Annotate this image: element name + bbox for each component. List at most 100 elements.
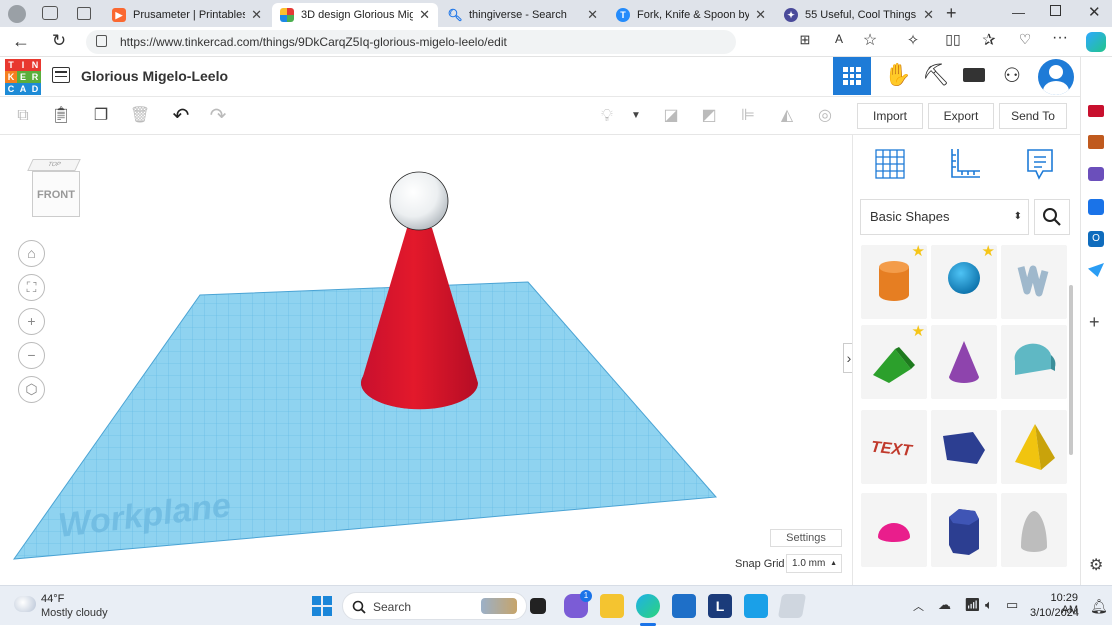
taskbar-search[interactable]: Search [342,592,527,620]
windows-start-icon[interactable] [312,596,332,616]
shape-paraboloid[interactable] [1001,493,1067,567]
view-cube[interactable]: TOP FRONT [27,159,84,221]
close-tab-icon[interactable]: ✕ [587,7,598,23]
notes-tool-icon[interactable] [1023,147,1057,181]
invite-user-icon[interactable]: ⚇ [1003,63,1021,88]
copy-icon[interactable]: ⧉ [12,105,34,127]
lexia-icon[interactable]: L [708,594,732,618]
refresh-icon[interactable]: ↻ [48,31,70,51]
games-icon[interactable] [1088,167,1104,181]
shape-polygon[interactable] [931,410,997,484]
weather-temp[interactable]: 44°F [41,593,64,605]
wifi-icon[interactable]: 📶︎ [964,597,981,613]
white-sphere-shape[interactable] [389,171,449,231]
redo-icon[interactable]: ↷ [207,105,229,127]
shape-category-select[interactable]: Basic Shapes ⬍ [860,199,1029,235]
zoom-out-icon[interactable]: − [18,342,45,369]
microsoft-365-icon[interactable] [1088,199,1104,215]
shape-hexagonal-prism[interactable] [931,493,997,567]
circuits-hand-icon[interactable]: ✋ [884,62,911,88]
back-icon[interactable]: ← [10,31,32,52]
user-avatar[interactable] [1038,59,1074,95]
3d-viewport[interactable]: Workplane TOP FRONT ⌂ ⛶ + − ⬡ › Settings… [0,135,852,585]
toolbox-icon[interactable] [1088,135,1104,149]
notes-dropdown-icon[interactable]: ▼ [625,105,647,127]
3d-view-button[interactable] [833,57,871,95]
home-view-icon[interactable]: ⌂ [18,240,45,267]
photos-icon[interactable] [777,594,807,618]
close-tab-icon[interactable]: ✕ [251,7,262,23]
favorites-icon[interactable]: ✰ [978,30,1000,50]
shape-pyramid[interactable] [1001,410,1067,484]
store-icon[interactable] [672,594,696,618]
shape-scribble[interactable] [1001,245,1067,319]
close-tab-icon[interactable]: ✕ [419,7,430,23]
mirror-icon[interactable]: ◭ [776,105,798,127]
fit-view-icon[interactable]: ⛶ [18,274,45,301]
url-field[interactable]: https://www.tinkercad.com/things/9DkCarq… [86,30,736,54]
browser-essentials-icon[interactable]: ♡ [1014,31,1036,48]
clock-date[interactable]: 3/10/2024 [1030,607,1079,619]
ruler-tool-icon[interactable] [948,147,982,181]
perspective-icon[interactable]: ⬡ [18,376,45,403]
volume-icon[interactable]: 🔈︎ [985,597,993,613]
undo-icon[interactable]: ↶ [170,105,192,127]
search-shapes-button[interactable] [1034,199,1070,235]
align-icon[interactable]: ⊫ [737,105,759,127]
shape-round-roof[interactable] [1001,325,1067,399]
snap-grid-select[interactable]: 1.0 mm ▲ [786,554,842,573]
blocks-pickaxe-icon[interactable]: ⛏ [922,62,950,88]
task-view-icon[interactable] [530,598,546,614]
cruise-icon[interactable]: ◎ [814,105,836,127]
site-info-icon[interactable] [96,35,107,47]
send-to-button[interactable]: Send To [999,103,1067,129]
tab-printables[interactable]: ▶ Prusameter | Printables.com ✕ [104,3,270,27]
favorite-star-icon[interactable]: ☆ [859,30,881,50]
sidebar-settings-icon[interactable]: ⚙ [1089,555,1103,575]
settings-button[interactable]: Settings [770,529,842,547]
shopping-icon[interactable] [1088,105,1104,117]
teams-icon[interactable]: 1 [564,590,592,618]
notifications-icon[interactable]: 🔔︎ [1090,598,1108,615]
close-window-button[interactable]: ✕ [1088,3,1101,21]
tab-55-useful[interactable]: ✦ 55 Useful, Cool Things To 3D ✕ [776,3,942,27]
bricks-icon[interactable] [963,68,985,82]
duplicate-icon[interactable]: ❐ [90,105,112,127]
lightbulb-icon[interactable]: 💡︎ [596,105,618,127]
workplane-tool-icon[interactable] [873,147,907,181]
outlook-icon[interactable]: O [1088,231,1104,247]
minimize-button[interactable]: — [1012,5,1025,20]
favorite-star-icon[interactable]: ★ [912,322,925,340]
split-screen-icon[interactable]: ▯▯ [942,31,964,48]
shape-sphere[interactable]: ★ [931,243,997,319]
tab-thingiverse-search[interactable]: 🔍︎ thingiverse - Search ✕ [440,3,606,27]
favorite-star-icon[interactable]: ★ [912,242,925,260]
shape-text[interactable]: TEXT [861,410,927,484]
add-sidebar-app-icon[interactable]: + [1089,312,1100,333]
read-aloud-icon[interactable]: A [828,32,850,46]
profile-icon[interactable] [8,5,26,23]
group-icon[interactable]: ◪ [660,105,682,127]
copilot-icon[interactable] [1086,32,1106,52]
paste-icon[interactable]: 📋︎ [50,105,72,127]
battery-icon[interactable]: ▭ [1006,597,1018,613]
app-icon[interactable] [744,594,768,618]
zoom-in-icon[interactable]: + [18,308,45,335]
weather-desc[interactable]: Mostly cloudy [41,607,108,619]
collapse-panel-icon[interactable]: › [843,343,852,373]
tab-tinkercad[interactable]: 3D design Glorious Migelo-Leelo ✕ [272,3,438,27]
tab-fork-knife-spoon[interactable]: T Fork, Knife & Spoon by hanz ✕ [608,3,774,27]
export-button[interactable]: Export [928,103,994,129]
extensions-icon[interactable]: ✧ [902,31,924,49]
file-explorer-icon[interactable] [600,594,624,618]
edge-icon[interactable] [636,594,660,618]
show-hidden-icons[interactable]: ︿ [913,598,924,614]
close-tab-icon[interactable]: ✕ [923,7,934,23]
shape-roof[interactable]: ★ [861,322,927,399]
tab-actions-icon[interactable] [77,7,91,20]
maximize-button[interactable] [1050,5,1061,16]
send-icon[interactable] [1088,263,1104,277]
app-available-icon[interactable]: ⊞ [794,32,816,48]
close-tab-icon[interactable]: ✕ [755,7,766,23]
design-list-icon[interactable] [52,67,70,83]
